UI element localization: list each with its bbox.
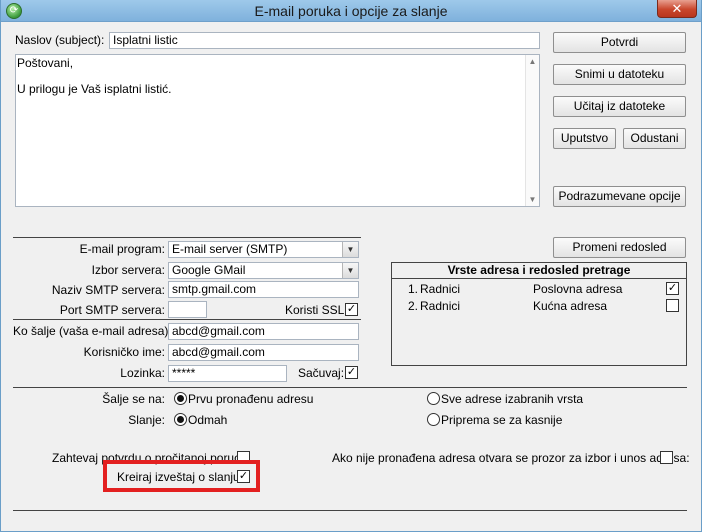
divider-send-options	[13, 387, 687, 388]
password-input[interactable]: *****	[168, 365, 287, 382]
save-to-file-button[interactable]: Snimi u datoteku	[553, 64, 686, 85]
email-program-value: E-mail server (SMTP)	[172, 242, 288, 256]
address-row-checkbox[interactable]: ✓	[666, 282, 679, 295]
username-label: Korisničko ime:	[83, 345, 165, 359]
address-row-type: Poslovna adresa	[533, 282, 623, 296]
close-button[interactable]: ✕	[657, 0, 697, 18]
chevron-down-icon[interactable]: ▼	[342, 263, 358, 278]
send-now-label: Odmah	[188, 413, 228, 427]
address-row-index: 2.	[408, 299, 419, 313]
save-password-checkbox[interactable]: ✓	[345, 366, 358, 379]
username-input[interactable]: abcd@gmail.com	[168, 344, 359, 361]
smtp-port-input[interactable]	[168, 301, 207, 318]
send-later-radio[interactable]	[427, 413, 440, 426]
divider-smtp-top	[13, 237, 361, 238]
default-options-button[interactable]: Podrazumevane opcije	[553, 186, 686, 207]
smtp-name-label: Naziv SMTP servera:	[51, 283, 165, 297]
send-to-first-label: Prvu pronađenu adresu	[188, 392, 314, 406]
server-choice-select[interactable]: Google GMail ▼	[168, 262, 359, 279]
sender-email-label: Ko šalje (vaša e-mail adresa):	[13, 324, 172, 338]
divider-bottom	[13, 510, 687, 511]
scroll-down-icon[interactable]: ▼	[526, 195, 539, 204]
ssl-label: Koristi SSL:	[285, 303, 348, 317]
smtp-port-label: Port SMTP servera:	[59, 303, 165, 317]
window-title: E-mail poruka i opcije za slanje	[254, 3, 448, 19]
no-address-label: Ako nije pronađena adresa otvara se proz…	[332, 451, 690, 465]
send-to-all-radio[interactable]	[427, 392, 440, 405]
subject-input[interactable]: Isplatni listic	[109, 32, 540, 49]
email-program-label: E-mail program:	[79, 242, 165, 256]
body-scrollbar[interactable]: ▲ ▼	[525, 55, 539, 206]
body-line-3: U prilogu je Vaš isplatni listić.	[17, 82, 172, 96]
load-from-file-button[interactable]: Učitaj iz datoteke	[553, 96, 686, 117]
body-line-1: Poštovani,	[17, 56, 74, 70]
report-label: Kreiraj izveštaj o slanju:	[117, 470, 244, 484]
address-row-index: 1.	[408, 282, 419, 296]
no-address-checkbox[interactable]	[660, 451, 673, 464]
address-row-type: Kućna adresa	[533, 299, 608, 313]
change-order-button[interactable]: Promeni redosled	[553, 237, 686, 258]
message-body-textarea[interactable]: Poštovani, U prilogu je Vaš isplatni lis…	[15, 54, 540, 207]
sender-email-input[interactable]: abcd@gmail.com	[168, 323, 359, 340]
address-row-who: Radnici	[420, 299, 461, 313]
send-now-radio[interactable]	[174, 413, 187, 426]
address-row-checkbox[interactable]	[666, 299, 679, 312]
address-row-who: Radnici	[420, 282, 461, 296]
sending-label: Slanje:	[128, 413, 165, 427]
report-checkbox[interactable]: ✓	[237, 470, 250, 483]
cancel-button[interactable]: Odustani	[623, 128, 686, 149]
subject-label: Naslov (subject):	[15, 33, 105, 47]
ssl-checkbox[interactable]: ✓	[345, 303, 358, 316]
divider-sender-top	[13, 319, 361, 320]
title-bar[interactable]: ⟳ E-mail poruka i opcije za slanje ✕	[1, 0, 701, 22]
scroll-up-icon[interactable]: ▲	[526, 57, 539, 66]
send-to-label: Šalje se na:	[102, 392, 165, 406]
email-options-window: ⟳ E-mail poruka i opcije za slanje ✕ Nas…	[0, 0, 702, 532]
address-types-panel: Vrste adresa i redosled pretrage 1. Radn…	[391, 262, 687, 366]
address-types-title: Vrste adresa i redosled pretrage	[392, 263, 686, 279]
chevron-down-icon[interactable]: ▼	[342, 242, 358, 257]
password-label: Lozinka:	[120, 366, 165, 380]
send-later-label: Priprema se za kasnije	[441, 413, 563, 427]
save-password-label: Sačuvaj:	[298, 366, 345, 380]
smtp-name-input[interactable]: smtp.gmail.com	[168, 281, 359, 298]
server-choice-value: Google GMail	[172, 263, 246, 277]
server-choice-label: Izbor servera:	[91, 263, 165, 277]
confirm-button[interactable]: Potvrdi	[553, 32, 686, 53]
help-button[interactable]: Uputstvo	[553, 128, 616, 149]
email-program-select[interactable]: E-mail server (SMTP) ▼	[168, 241, 359, 258]
send-to-all-label: Sve adrese izabranih vrsta	[441, 392, 584, 406]
send-to-first-radio[interactable]	[174, 392, 187, 405]
